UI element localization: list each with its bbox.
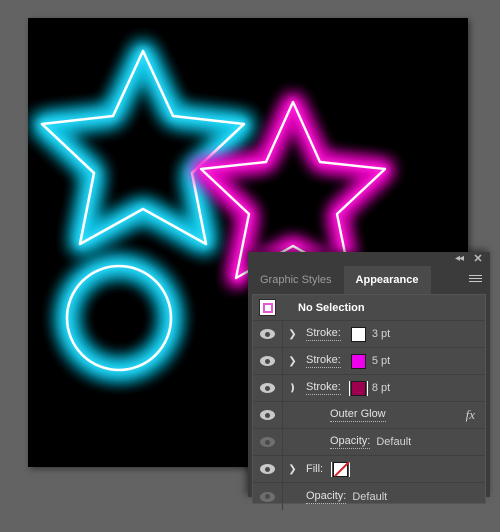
- opacity-value[interactable]: Default: [352, 491, 387, 503]
- row-object-opacity[interactable]: Opacity: Default: [253, 483, 485, 510]
- disclosure-chevron-right-icon[interactable]: ❯: [283, 464, 302, 475]
- opacity-label[interactable]: Opacity:: [306, 490, 347, 504]
- visibility-toggle[interactable]: [253, 321, 283, 347]
- row-stroke-8pt[interactable]: ❫ Stroke: 8 pt: [253, 375, 485, 402]
- eye-icon: [260, 410, 275, 420]
- eye-icon: [260, 383, 275, 393]
- stroke-weight-value[interactable]: 5 pt: [372, 355, 390, 367]
- no-selection-label: No Selection: [298, 301, 365, 314]
- row-fill[interactable]: ❯ Fill:: [253, 456, 485, 483]
- visibility-toggle[interactable]: [253, 402, 283, 428]
- eye-icon: [260, 356, 275, 366]
- stroke-color-swatch[interactable]: [350, 326, 366, 342]
- fx-icon[interactable]: fx: [466, 407, 475, 423]
- appearance-list: No Selection ❯ Stroke: 3 pt ❯ Stroke: 5 …: [252, 294, 486, 510]
- visibility-toggle[interactable]: [253, 456, 283, 482]
- visibility-toggle[interactable]: [253, 483, 283, 510]
- shape-circle-cyan[interactable]: [60, 259, 178, 377]
- tab-appearance[interactable]: Appearance: [343, 266, 431, 294]
- shape-star-cyan[interactable]: [35, 44, 251, 251]
- collapse-icon[interactable]: ◂◂: [452, 253, 466, 265]
- outer-glow-label[interactable]: Outer Glow: [330, 408, 386, 422]
- no-selection-icon: [259, 299, 276, 316]
- row-outer-glow[interactable]: Outer Glow fx: [253, 402, 485, 429]
- eye-icon-dimmed: [260, 491, 275, 502]
- opacity-label[interactable]: Opacity:: [330, 435, 371, 449]
- stroke-weight-value[interactable]: 3 pt: [372, 328, 390, 340]
- stroke-label[interactable]: Stroke:: [306, 327, 341, 341]
- visibility-toggle[interactable]: [253, 348, 283, 374]
- tab-graphic-styles[interactable]: Graphic Styles: [248, 266, 344, 294]
- stroke-label[interactable]: Stroke:: [306, 354, 341, 368]
- row-stroke-opacity[interactable]: Opacity: Default: [253, 429, 485, 456]
- eye-icon: [260, 464, 275, 474]
- fill-label[interactable]: Fill:: [306, 463, 323, 475]
- stroke-weight-value[interactable]: 8 pt: [372, 382, 390, 394]
- stroke-color-swatch[interactable]: [350, 353, 366, 369]
- close-icon[interactable]: ✕: [471, 253, 485, 265]
- panel-tabbar: Graphic Styles Appearance: [248, 266, 490, 294]
- row-stroke-3pt[interactable]: ❯ Stroke: 3 pt: [253, 321, 485, 348]
- visibility-toggle[interactable]: [253, 429, 283, 455]
- disclosure-chevron-right-icon[interactable]: ❯: [283, 356, 302, 367]
- panel-menu-icon[interactable]: [469, 275, 482, 285]
- appearance-panel: ◂◂ ✕ Graphic Styles Appearance No Select…: [248, 252, 490, 510]
- panel-titlebar: ◂◂ ✕: [248, 252, 490, 266]
- eye-icon: [260, 329, 275, 339]
- eye-icon-dimmed: [260, 437, 275, 447]
- stroke-color-swatch[interactable]: [348, 380, 368, 396]
- row-no-selection[interactable]: No Selection: [253, 295, 485, 321]
- fill-color-swatch-none[interactable]: [331, 461, 351, 477]
- stroke-label[interactable]: Stroke:: [306, 381, 341, 395]
- disclosure-chevron-right-icon[interactable]: ❯: [283, 329, 302, 340]
- visibility-toggle[interactable]: [253, 375, 283, 401]
- opacity-value[interactable]: Default: [376, 436, 411, 448]
- row-stroke-5pt[interactable]: ❯ Stroke: 5 pt: [253, 348, 485, 375]
- disclosure-chevron-down-icon[interactable]: ❫: [283, 383, 302, 394]
